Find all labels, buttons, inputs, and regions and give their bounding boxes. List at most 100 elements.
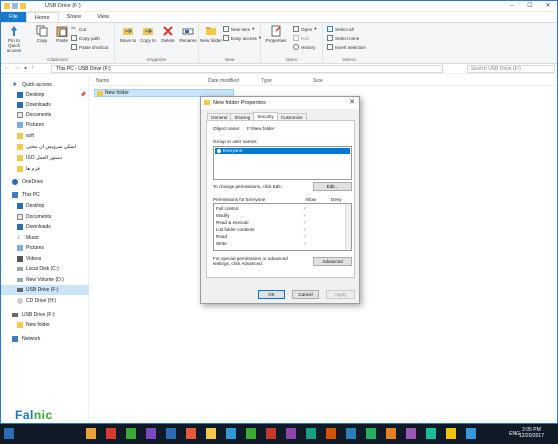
nav-item-soft[interactable]: soft [1,131,89,141]
maximize-icon[interactable]: ☐ [521,1,539,11]
app-icon-6[interactable] [206,428,216,439]
copy-to-button[interactable]: Copy to [137,25,159,43]
app-icon-5[interactable] [186,428,196,439]
start-icon[interactable] [4,428,14,439]
app-icon-10[interactable] [286,428,296,439]
app-icon-1[interactable] [106,428,116,439]
nav-usb-new-folder[interactable]: New folder [1,320,89,330]
tab-general[interactable]: General [207,113,232,120]
nav-pc-new-volume[interactable]: New Volume (D:) [1,275,89,285]
close-icon[interactable]: ✕ [539,1,557,11]
column-date-modified[interactable]: Date modified [208,78,239,84]
select-none-button[interactable]: Select none [327,35,359,41]
nav-item-desktop[interactable]: Desktop 📌 [1,90,89,100]
app-icon-18[interactable] [446,428,456,439]
advanced-button[interactable]: Advanced [313,257,352,266]
nav-pc-cd-drive[interactable]: CD Drive (H:) [1,296,89,306]
copy-button[interactable]: Copy [31,25,53,43]
rename-button[interactable]: Rename [177,25,199,43]
nav-pc-videos[interactable]: Videos [1,254,89,264]
nav-pc-documents[interactable]: Documents [1,212,89,222]
nav-pc-pictures[interactable]: Pictures [1,243,89,253]
up-icon[interactable]: ↑ [31,65,34,72]
nav-item-pictures[interactable]: Pictures [1,120,89,130]
select-all-button[interactable]: Select all [327,26,354,32]
app-icon-4[interactable] [166,428,176,439]
nav-pc-local-disk[interactable]: Local Disk (C:) [1,264,89,274]
nav-item-documents[interactable]: Documents [1,110,89,120]
apply-button[interactable]: Apply [326,290,355,299]
nav-pc-desktop[interactable]: Desktop [1,201,89,211]
tab-security[interactable]: Security [253,112,278,120]
back-icon[interactable]: ← [4,65,10,72]
app-icon-7[interactable] [226,428,236,439]
app-icon-3[interactable] [146,428,156,439]
new-folder-icon[interactable] [20,3,26,9]
search-input[interactable]: Search USB Drive (F:) [467,65,555,73]
edit-button[interactable]: Edit [293,35,309,41]
app-icon-17[interactable] [426,428,436,439]
move-to-button[interactable]: Move to [117,25,139,43]
invert-selection-button[interactable]: Invert selection [327,44,366,50]
column-type[interactable]: Type [261,78,272,84]
nav-network[interactable]: Network [1,334,89,344]
pin-button[interactable]: Pin to Quick access [3,25,25,53]
open-button[interactable]: Open ▾ [293,26,317,32]
recent-icon[interactable]: ▾ [24,65,27,72]
nav-this-pc[interactable]: This PC [1,190,89,200]
nav-item-folder-7[interactable]: فرم ها [1,164,89,174]
app-icon-16[interactable] [406,428,416,439]
nav-quick-access[interactable]: ★ Quick access [1,80,89,90]
properties-icon[interactable] [12,3,18,9]
nav-usb[interactable]: USB Drive (F:) [1,310,89,320]
close-icon[interactable]: ✕ [349,97,355,109]
app-icon-14[interactable] [366,428,376,439]
paste-button[interactable]: Paste [51,25,73,43]
app-icon-19[interactable] [466,428,476,439]
nav-pc-downloads[interactable]: Downloads [1,222,89,232]
column-size[interactable]: Size [313,78,323,84]
tab-sharing[interactable]: Sharing [230,113,255,120]
easy-access-button[interactable]: Easy access ▾ [223,35,261,41]
ok-button[interactable]: OK [258,290,285,299]
cut-button[interactable]: ✂ Cut [71,26,86,32]
list-item[interactable]: Everyone [215,148,350,154]
delete-button[interactable]: Delete [157,25,179,43]
clock[interactable]: 2:05 PM 12/20/2017 [519,427,544,439]
paste-shortcut-button[interactable]: Paste shortcut [71,44,108,50]
app-icon-12[interactable] [326,428,336,439]
app-icon-15[interactable] [386,428,396,439]
cancel-button[interactable]: Cancel [292,290,319,299]
address-input[interactable]: This PC › USB Drive (F:) [51,65,443,73]
permissions-scrollbar[interactable] [345,204,351,250]
app-icon-8[interactable] [246,428,256,439]
app-icon-11[interactable] [306,428,316,439]
nav-item-downloads[interactable]: Downloads [1,100,89,110]
new-item-button[interactable]: New item ▾ [223,26,254,32]
folder-icon[interactable] [4,3,10,9]
nav-pc-usb-drive[interactable]: USB Drive (F:) [1,285,89,295]
forward-icon[interactable]: → [14,65,20,72]
nav-item-folder-5[interactable]: اسکن سرویس ان مختی [1,142,89,152]
explorer-icon[interactable] [86,428,96,439]
copy-path-button[interactable]: Copy path [71,35,100,41]
tab-home[interactable]: Home [25,12,59,22]
tab-file[interactable]: File [1,12,26,22]
properties-button[interactable]: Properties [263,25,289,43]
app-icon-9[interactable] [266,428,276,439]
nav-onedrive[interactable]: OneDrive [1,177,89,187]
app-icon-2[interactable] [126,428,136,439]
new-folder-button[interactable]: New folder [200,25,222,43]
group-list[interactable]: Everyone [213,146,352,180]
minimize-icon[interactable]: – [503,1,521,11]
column-name[interactable]: Name [96,78,109,84]
edit-button[interactable]: Edit... [313,182,352,191]
nav-item-folder-6[interactable]: ISO دستور العمل [1,153,89,163]
select-all-icon [327,26,333,32]
tab-share[interactable]: Share [59,12,90,22]
history-button[interactable]: History [293,44,315,50]
nav-pc-music[interactable]: ♪ Music [1,233,89,243]
tab-customize[interactable]: Customize [276,113,307,120]
app-icon-13[interactable] [346,428,356,439]
tab-view[interactable]: View [89,12,117,22]
